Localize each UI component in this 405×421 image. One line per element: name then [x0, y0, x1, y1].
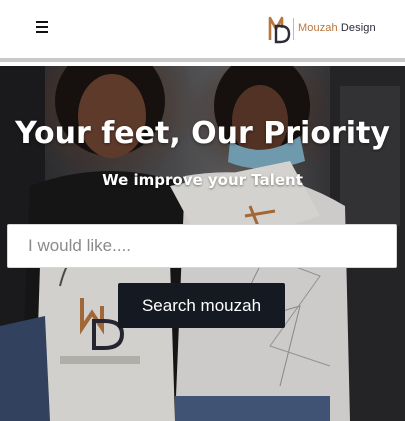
md-monogram-icon	[268, 16, 291, 44]
logo-divider	[293, 18, 294, 40]
hamburger-menu-icon[interactable]	[34, 20, 52, 36]
menu-line-top	[36, 21, 48, 23]
top-navigation-bar: Mouzah Design	[0, 0, 405, 62]
menu-line-middle	[36, 26, 48, 28]
hero-section: Your feet, Our Priority We improve your …	[0, 66, 405, 421]
hero-subtitle: We improve your Talent	[102, 171, 303, 189]
search-input[interactable]	[7, 224, 397, 268]
brand-name-second: Design	[340, 22, 376, 34]
menu-line-bottom	[36, 31, 48, 33]
search-button[interactable]: Search mouzah	[118, 283, 285, 328]
brand-logo[interactable]: Mouzah Design	[268, 14, 378, 44]
brand-name-first: Mouzah	[298, 22, 338, 34]
hero-title: Your feet, Our Priority	[15, 116, 390, 151]
brand-name: Mouzah Design	[298, 22, 376, 35]
